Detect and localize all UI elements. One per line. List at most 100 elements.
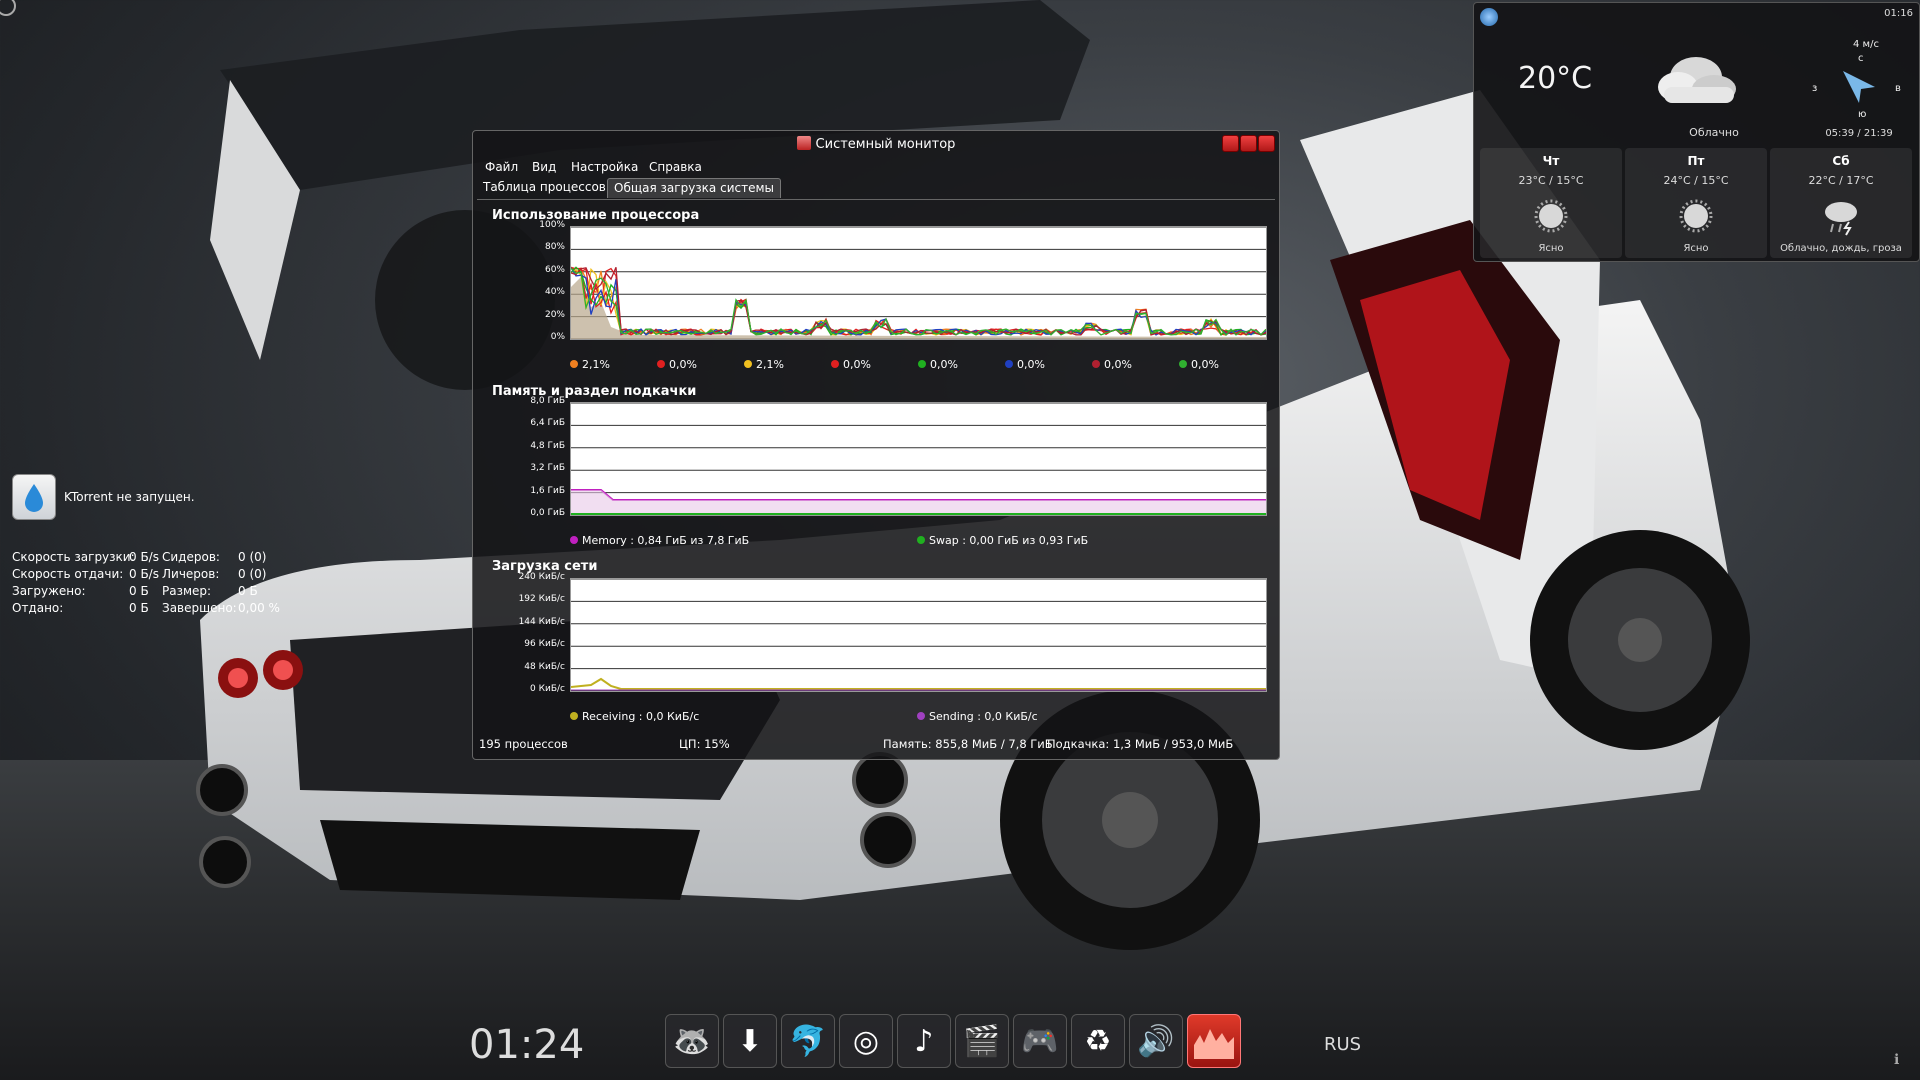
status-process-count: 195 процессов bbox=[479, 737, 568, 751]
forecast-desc: Ясно bbox=[1683, 243, 1709, 254]
menu-bar: Файл Вид Настройка Справка bbox=[473, 157, 1279, 177]
y-tick-label: 60% bbox=[544, 264, 565, 275]
download-icon[interactable]: ⬇ bbox=[723, 1014, 777, 1068]
close-button[interactable] bbox=[1258, 135, 1275, 152]
music-note-icon[interactable]: ♪ bbox=[897, 1014, 951, 1068]
clapperboard-icon[interactable]: 🎬 bbox=[955, 1014, 1009, 1068]
memory-color-dot bbox=[570, 536, 578, 544]
forecast-day-name: Чт bbox=[1542, 154, 1560, 168]
y-tick-label: 4,8 ГиБ bbox=[530, 440, 565, 451]
wind-compass: 4 м/с с з в ю bbox=[1809, 39, 1919, 139]
y-tick-label: 144 КиБ/с bbox=[518, 616, 565, 627]
recycle-icon[interactable]: ♻ bbox=[1071, 1014, 1125, 1068]
system-monitor-window: Системный монитор Файл Вид Настройка Спр… bbox=[472, 130, 1280, 760]
menu-help[interactable]: Справка bbox=[649, 160, 702, 174]
ktorrent-status: KTorrent не запущен. bbox=[64, 490, 195, 504]
sending-legend-item: Sending : 0,0 КиБ/с bbox=[917, 710, 1038, 723]
memory-usage-graph bbox=[570, 402, 1267, 516]
cpu-legend-dot bbox=[1005, 360, 1013, 368]
dolphin-icon[interactable]: 🐬 bbox=[781, 1014, 835, 1068]
forecast-day: Сб 22°C / 17°C Облачно, дождь, гроза bbox=[1770, 148, 1912, 258]
keyboard-layout-indicator[interactable]: RUS bbox=[1324, 1034, 1361, 1055]
menu-settings[interactable]: Настройка bbox=[571, 160, 638, 174]
cloud-icon bbox=[1658, 57, 1736, 103]
stat-value: 0 Б bbox=[129, 601, 149, 615]
cpu-legend-item: 0,0% bbox=[1005, 358, 1045, 371]
compass-north: с bbox=[1858, 53, 1864, 64]
stat-value: 0,00 % bbox=[238, 601, 280, 615]
status-memory: Память: 855,8 МиБ / 7,8 ГиБ bbox=[883, 737, 1053, 751]
window-titlebar[interactable]: Системный монитор bbox=[473, 131, 1279, 157]
stat-label: Скорость отдачи: bbox=[12, 567, 124, 581]
cpu-legend-item: 0,0% bbox=[1179, 358, 1219, 371]
menu-view[interactable]: Вид bbox=[532, 160, 556, 174]
stat-label: Сидеров: bbox=[162, 550, 220, 564]
swap-legend-item: Swap : 0,00 ГиБ из 0,93 ГиБ bbox=[917, 534, 1088, 547]
forecast-day-name: Пт bbox=[1687, 154, 1705, 168]
cpu-legend-item: 0,0% bbox=[831, 358, 871, 371]
stat-value: 0 (0) bbox=[238, 550, 267, 564]
cpu-legend-item: 2,1% bbox=[744, 358, 784, 371]
disc-icon[interactable]: ◎ bbox=[839, 1014, 893, 1068]
volume-icon[interactable]: 🔊 bbox=[1129, 1014, 1183, 1068]
receiving-line bbox=[571, 677, 1266, 690]
stat-label: Скорость загрузки: bbox=[12, 550, 135, 564]
cpu-core-line bbox=[571, 266, 1266, 336]
raccoon-app-icon[interactable]: 🦝 bbox=[665, 1014, 719, 1068]
menu-file[interactable]: Файл bbox=[485, 160, 518, 174]
tab-process-table[interactable]: Таблица процессов bbox=[477, 178, 612, 198]
cpu-legend-dot bbox=[918, 360, 926, 368]
forecast-temps: 24°C / 15°C bbox=[1663, 174, 1729, 187]
cpu-core-line bbox=[571, 267, 1266, 336]
cpu-legend-dot bbox=[1179, 360, 1187, 368]
cpu-legend-value: 0,0% bbox=[1104, 358, 1132, 371]
y-tick-label: 8,0 ГиБ bbox=[530, 396, 565, 406]
weather-time: 01:16 bbox=[1884, 8, 1913, 19]
stat-value: 0 Б/s bbox=[129, 567, 159, 581]
system-monitor-icon[interactable] bbox=[1187, 1014, 1241, 1068]
swap-legend-label: Swap : 0,00 ГиБ из 0,93 ГиБ bbox=[929, 534, 1089, 547]
y-tick-label: 6,4 ГиБ bbox=[530, 418, 565, 429]
y-tick-label: 1,6 ГиБ bbox=[530, 485, 565, 496]
y-tick-label: 192 КиБ/с bbox=[518, 594, 565, 605]
y-tick-label: 0,0 ГиБ bbox=[530, 508, 565, 518]
sending-legend-label: Sending : 0,0 КиБ/с bbox=[929, 710, 1038, 723]
stat-label: Отдано: bbox=[12, 601, 64, 615]
cpu-legend-item: 2,1% bbox=[570, 358, 610, 371]
tab-bar: Таблица процессов Общая загрузка системы bbox=[477, 178, 1275, 200]
minimize-button[interactable] bbox=[1222, 135, 1239, 152]
cpu-legend-item: 0,0% bbox=[918, 358, 958, 371]
maximize-button[interactable] bbox=[1240, 135, 1257, 152]
window-title-text: Системный монитор bbox=[815, 137, 956, 152]
cpu-core-line bbox=[571, 267, 1266, 336]
current-temperature: 20°C bbox=[1518, 61, 1593, 96]
cpu-legend-dot bbox=[1092, 360, 1100, 368]
receiving-legend-item: Receiving : 0,0 КиБ/с bbox=[570, 710, 699, 723]
y-tick-label: 48 КиБ/с bbox=[524, 661, 565, 672]
stat-value: 0 Б/s bbox=[129, 550, 159, 564]
panel-clock[interactable]: 01:24 bbox=[469, 1022, 584, 1068]
cpu-core-line bbox=[571, 267, 1266, 336]
ktorrent-drop-icon[interactable] bbox=[12, 474, 56, 520]
y-tick-label: 20% bbox=[544, 309, 565, 320]
compass-east: в bbox=[1895, 83, 1901, 94]
current-condition: Облачно bbox=[1689, 126, 1739, 139]
info-icon[interactable]: ℹ bbox=[1894, 1052, 1899, 1068]
desktop-corner-toolbox-icon[interactable] bbox=[0, 0, 26, 26]
stat-label: Завершено: bbox=[162, 601, 237, 615]
cpu-core-line bbox=[571, 267, 1266, 336]
y-tick-label: 0% bbox=[550, 332, 565, 342]
globe-icon[interactable] bbox=[1480, 8, 1498, 26]
memory-legend-label: Memory : 0,84 ГиБ из 7,8 ГиБ bbox=[582, 534, 750, 547]
forecast-day: Чт 23°C / 15°C Ясно bbox=[1480, 148, 1622, 258]
y-tick-label: 3,2 ГиБ bbox=[530, 463, 565, 474]
gamepad-icon[interactable]: 🎮 bbox=[1013, 1014, 1067, 1068]
tab-system-load[interactable]: Общая загрузка системы bbox=[607, 178, 781, 198]
forecast-temps: 22°C / 17°C bbox=[1808, 174, 1874, 187]
cpu-legend-dot bbox=[831, 360, 839, 368]
cpu-core-line bbox=[571, 266, 1266, 336]
cpu-legend-value: 2,1% bbox=[582, 358, 610, 371]
receiving-color-dot bbox=[570, 712, 578, 720]
cpu-core-line bbox=[571, 266, 1266, 336]
system-monitor-app-icon bbox=[796, 136, 811, 150]
